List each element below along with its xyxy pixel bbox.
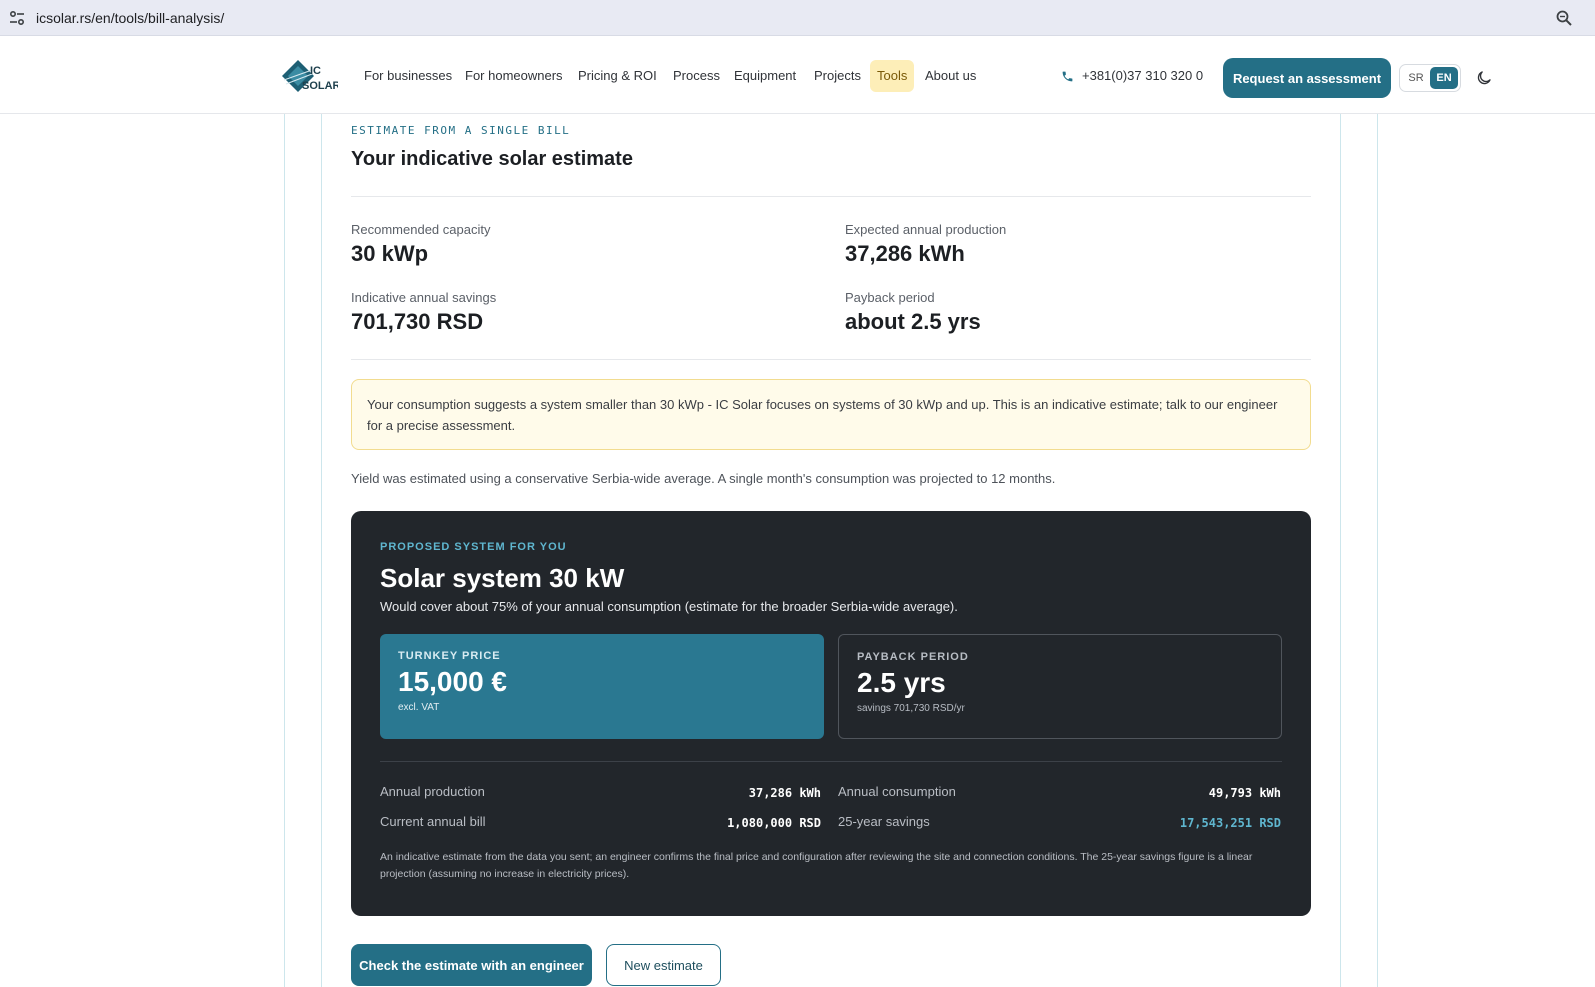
- nav-tools[interactable]: Tools: [870, 60, 915, 92]
- phone-number: +381(0)37 310 320 0: [1082, 68, 1204, 83]
- divider: [380, 761, 1282, 762]
- current-bill-value: 1,080,000 RSD: [727, 816, 821, 830]
- current-bill-label: Current annual bill: [380, 814, 486, 829]
- proposed-system-panel: PROPOSED SYSTEM FOR YOU Solar system 30 …: [351, 511, 1311, 916]
- dark-mode-icon[interactable]: [1475, 69, 1493, 87]
- annual-consumption-value: 49,793 kWh: [1208, 786, 1281, 800]
- yield-note: Yield was estimated using a conservative…: [351, 471, 1056, 486]
- nav-about-us[interactable]: About us: [925, 64, 976, 88]
- layout-guide-line: [321, 114, 322, 987]
- site-settings-icon[interactable]: [8, 9, 26, 27]
- nav-for-businesses[interactable]: For businesses: [364, 64, 452, 88]
- divider: [351, 359, 1311, 360]
- nav-projects[interactable]: Projects: [814, 64, 861, 88]
- request-assessment-button[interactable]: Request an assessment: [1223, 58, 1391, 98]
- url-text[interactable]: icsolar.rs/en/tools/bill-analysis/: [36, 10, 224, 26]
- site-header: IC SOLAR For businesses For homeowners P…: [0, 36, 1595, 114]
- phone-link[interactable]: +381(0)37 310 320 0: [1061, 64, 1203, 88]
- lang-sr-option[interactable]: SR: [1402, 67, 1430, 89]
- savings-25-label: 25-year savings: [838, 814, 930, 829]
- savings-value: 701,730 RSD: [351, 309, 484, 334]
- capacity-notice: Your consumption suggests a system small…: [351, 379, 1311, 450]
- nav-for-homeowners[interactable]: For homeowners: [465, 64, 563, 88]
- savings-25-value: 17,543,251 RSD: [1179, 816, 1281, 830]
- price-note: excl. VAT: [398, 702, 440, 713]
- proposal-subtitle: Would cover about 75% of your annual con…: [380, 599, 958, 614]
- price-label: TURNKEY PRICE: [398, 650, 501, 662]
- svg-text:IC: IC: [310, 65, 321, 77]
- proposal-footnote: An indicative estimate from the data you…: [380, 851, 1253, 880]
- savings-label: Indicative annual savings: [351, 290, 497, 305]
- payback-label: Payback period: [845, 290, 935, 305]
- proposal-title: Solar system 30 kW: [380, 563, 625, 593]
- payback-tile-label: PAYBACK PERIOD: [857, 651, 969, 663]
- payback-tile-value: 2.5 yrs: [857, 667, 946, 698]
- payback-value: about 2.5 yrs: [845, 309, 981, 334]
- layout-guide-line: [1377, 114, 1378, 987]
- annual-production-value: 37,286 kWh: [748, 786, 821, 800]
- payback-tile-note: savings 701,730 RSD/yr: [857, 703, 965, 714]
- nav-process[interactable]: Process: [673, 64, 720, 88]
- estimate-eyebrow: ESTIMATE FROM A SINGLE BILL: [351, 124, 571, 137]
- check-with-engineer-button[interactable]: Check the estimate with an engineer: [351, 944, 592, 986]
- price-value: 15,000 €: [398, 666, 507, 697]
- lang-en-option[interactable]: EN: [1430, 67, 1458, 89]
- ic-solar-logo[interactable]: IC SOLAR: [280, 58, 338, 94]
- language-switch[interactable]: SR EN: [1399, 64, 1461, 92]
- layout-guide-line: [284, 114, 285, 987]
- annual-consumption-label: Annual consumption: [838, 784, 956, 799]
- browser-url-bar: icsolar.rs/en/tools/bill-analysis/: [0, 0, 1595, 36]
- production-value: 37,286 kWh: [845, 241, 965, 266]
- annual-production-label: Annual production: [380, 784, 485, 799]
- zoom-icon[interactable]: [1555, 9, 1573, 27]
- svg-text:SOLAR: SOLAR: [302, 80, 338, 92]
- capacity-value: 30 kWp: [351, 241, 429, 266]
- layout-guide-line: [1340, 114, 1341, 987]
- divider: [351, 196, 1311, 197]
- nav-pricing-roi[interactable]: Pricing & ROI: [578, 64, 657, 88]
- capacity-label: Recommended capacity: [351, 222, 491, 237]
- phone-icon: [1062, 71, 1073, 81]
- turnkey-price-tile: TURNKEY PRICE 15,000 € excl. VAT: [380, 634, 824, 739]
- estimate-title: Your indicative solar estimate: [351, 148, 633, 170]
- payback-period-tile: PAYBACK PERIOD 2.5 yrs savings 701,730 R…: [838, 634, 1282, 739]
- new-estimate-button[interactable]: New estimate: [606, 944, 721, 986]
- production-label: Expected annual production: [845, 222, 1007, 237]
- proposal-eyebrow: PROPOSED SYSTEM FOR YOU: [380, 541, 567, 553]
- nav-equipment[interactable]: Equipment: [734, 64, 796, 88]
